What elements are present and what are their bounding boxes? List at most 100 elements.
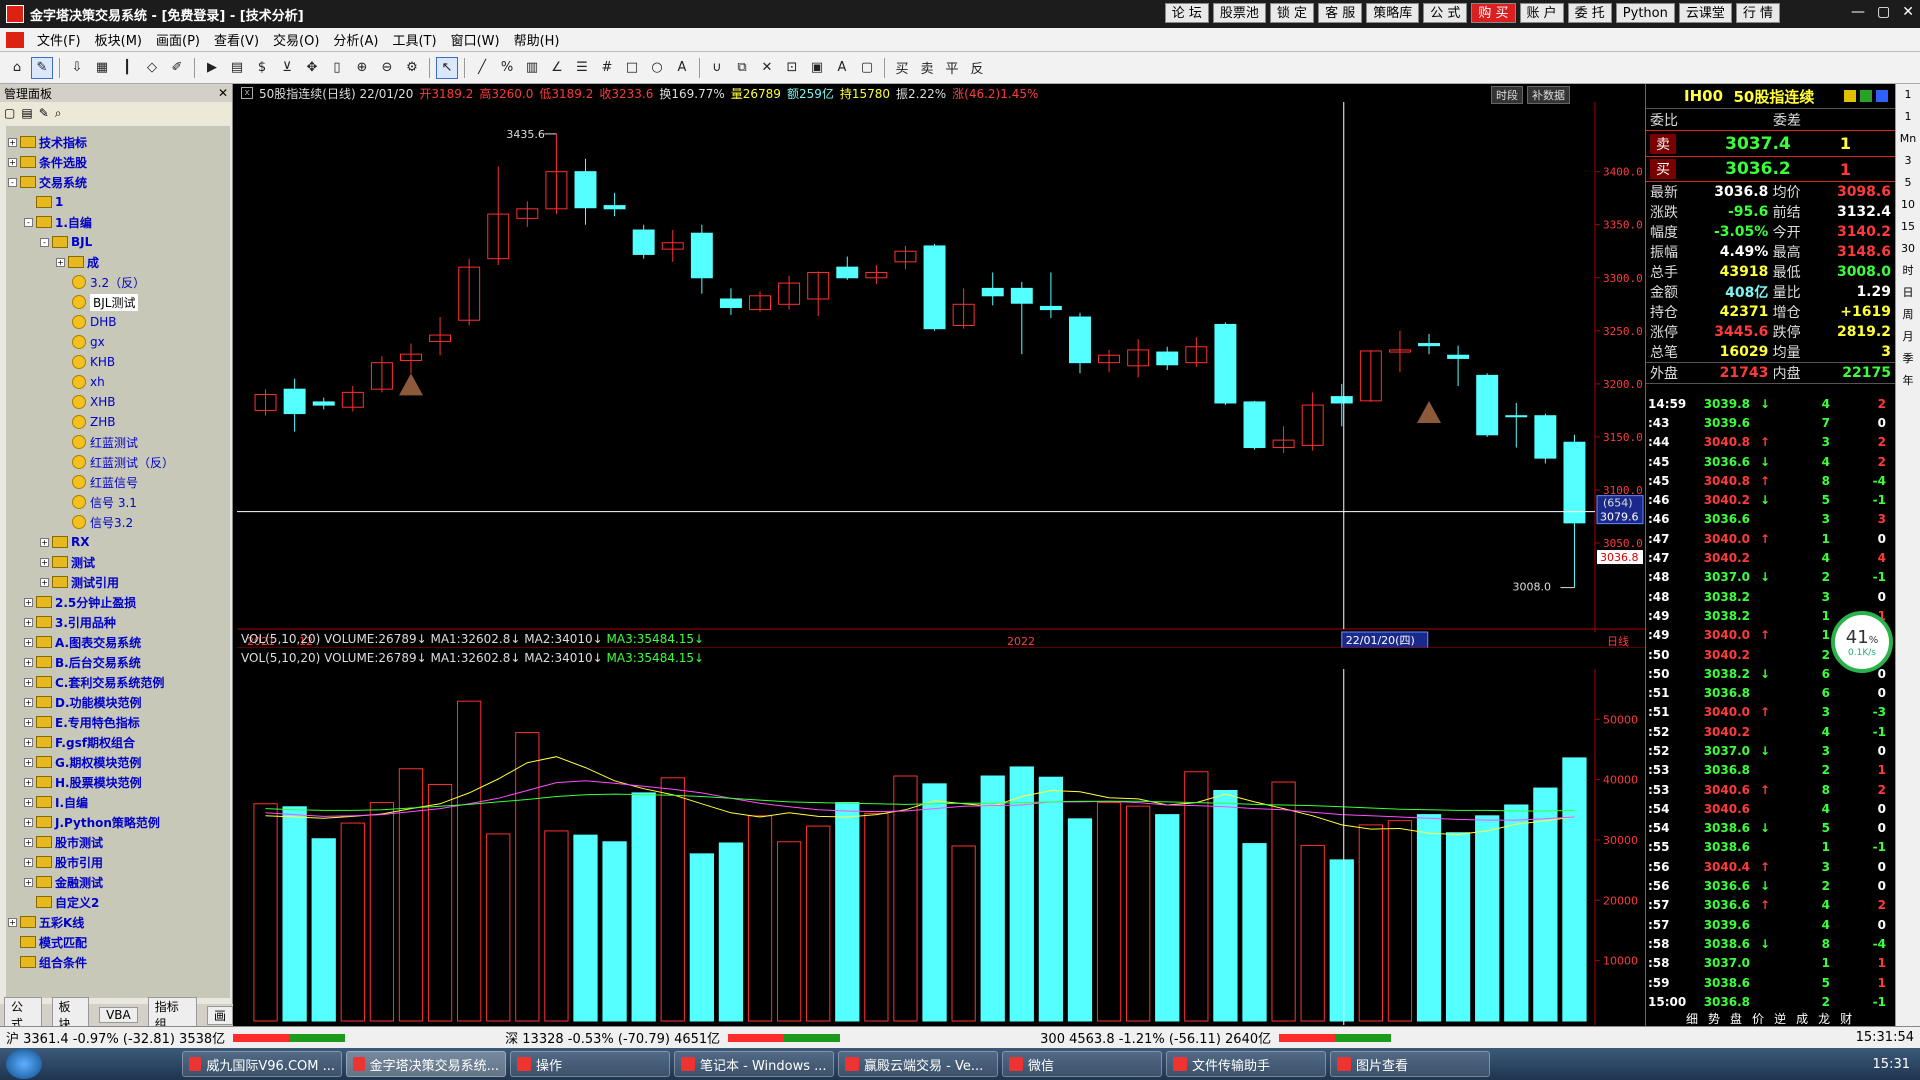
tree-item[interactable]: + RX (6, 532, 230, 552)
tree-item[interactable]: 模式匹配 (6, 932, 230, 952)
top-button-3[interactable]: 客 服 (1318, 3, 1363, 23)
tab-vba[interactable]: VBA (99, 1007, 138, 1023)
period-1[interactable]: 1 (1896, 106, 1920, 128)
tree-item[interactable]: - 1.自编 (6, 212, 230, 232)
bars-icon[interactable]: ┃ (116, 57, 138, 79)
expand-icon[interactable]: + (24, 597, 33, 607)
quote-tab-3[interactable]: 价 (1752, 1010, 1764, 1026)
doc-icon[interactable]: ▤ (226, 57, 248, 79)
search-icon[interactable]: ⌕ (55, 106, 62, 121)
tree-item[interactable]: 红蓝信号 (6, 472, 230, 492)
font-icon[interactable]: A (831, 57, 853, 79)
top-button-9[interactable]: Python (1615, 3, 1675, 23)
expand-icon[interactable]: + (24, 697, 33, 707)
tree-item[interactable]: + 测试引用 (6, 572, 230, 592)
tree-item[interactable]: ZHB (6, 412, 230, 432)
plus-icon[interactable] (1860, 90, 1873, 102)
tree-item[interactable]: + B.后台交易系统 (6, 652, 230, 672)
top-button-4[interactable]: 策略库 (1366, 3, 1420, 23)
tree-item[interactable]: KHB (6, 352, 230, 372)
tree-item[interactable]: + 技术指标 (6, 132, 230, 152)
grid-icon[interactable]: ▦ (91, 57, 113, 79)
maximize-button[interactable]: ▢ (1877, 4, 1890, 20)
menu-view[interactable]: 查看(V) (207, 30, 266, 49)
quote-tab-4[interactable]: 逆 (1774, 1010, 1786, 1026)
quote-tab-7[interactable]: 财 (1840, 1010, 1852, 1026)
volume-chart[interactable]: 10000 20000 30000 40000 50000 (237, 669, 1645, 1025)
sell-price[interactable]: 3037.4 (1725, 134, 1791, 154)
buy-price[interactable]: 3036.2 (1725, 159, 1791, 179)
expand-icon[interactable]: + (24, 857, 33, 867)
period-12[interactable]: 季 (1896, 348, 1920, 370)
tab-draw[interactable]: 画 (207, 1005, 234, 1025)
expand-icon[interactable]: + (24, 817, 33, 827)
edit-icon[interactable]: ✐ (166, 57, 188, 79)
tree-item[interactable]: + 测试 (6, 552, 230, 572)
menu-file[interactable]: 文件(F) (30, 30, 88, 49)
taskbar-item[interactable]: 笔记本 - Windows ... (674, 1051, 834, 1077)
zoom-in-icon[interactable]: ⊕ (351, 57, 373, 79)
tree-item[interactable]: gx (6, 332, 230, 352)
tree-item[interactable]: - 交易系统 (6, 172, 230, 192)
technical-chart[interactable]: x 50股指连续(日线) 22/01/20 开3189.2 高3260.0 低3… (237, 84, 1645, 1026)
period-9[interactable]: 日 (1896, 282, 1920, 304)
tree-item[interactable]: + D.功能模块范例 (6, 692, 230, 712)
top-button-11[interactable]: 行 情 (1735, 3, 1780, 23)
panel-close-icon[interactable]: ✕ (218, 86, 228, 100)
tree-item[interactable]: BJL测试 (6, 292, 230, 312)
expand-icon[interactable]: + (8, 917, 17, 927)
play-icon[interactable]: ▶ (201, 57, 223, 79)
taskbar-item[interactable]: 威九国际V96.COM ... (182, 1051, 342, 1077)
top-button-10[interactable]: 云课堂 (1678, 3, 1732, 23)
home-icon[interactable]: ⌂ (6, 57, 28, 79)
zoom-out-icon[interactable]: ⊖ (376, 57, 398, 79)
minimize-button[interactable]: — (1851, 4, 1865, 20)
taskbar-item[interactable]: 赢殿云端交易 - Ve... (838, 1051, 998, 1077)
tree-item[interactable]: xh (6, 372, 230, 392)
period-3[interactable]: 3 (1896, 150, 1920, 172)
top-button-1[interactable]: 股票池 (1212, 3, 1266, 23)
lock-icon[interactable]: ⊡ (781, 57, 803, 79)
expand-icon[interactable]: - (24, 217, 33, 227)
new-icon[interactable]: ▢ (4, 106, 15, 120)
dollar-icon[interactable]: $ (251, 57, 273, 79)
close-chart-icon[interactable]: x (241, 87, 253, 99)
table-icon[interactable]: ▥ (521, 57, 543, 79)
arrow-icon[interactable] (1876, 90, 1889, 102)
line-icon[interactable]: ╱ (471, 57, 493, 79)
filter-icon[interactable]: ⊻ (276, 57, 298, 79)
quote-tab-5[interactable]: 成 (1796, 1010, 1808, 1026)
top-button-7[interactable]: 账 户 (1519, 3, 1564, 23)
expand-icon[interactable]: + (56, 257, 65, 267)
expand-icon[interactable]: + (40, 557, 49, 567)
taskbar-item[interactable]: 微信 (1002, 1051, 1162, 1077)
tree-item[interactable]: 自定义2 (6, 892, 230, 912)
expand-icon[interactable]: + (40, 537, 49, 547)
tree-item[interactable]: DHB (6, 312, 230, 332)
menu-tools[interactable]: 工具(T) (385, 30, 443, 49)
period-2[interactable]: Mn (1896, 128, 1920, 150)
expand-icon[interactable]: + (8, 137, 17, 147)
expand-icon[interactable]: + (8, 157, 17, 167)
expand-icon[interactable]: + (24, 837, 33, 847)
period-4[interactable]: 5 (1896, 172, 1920, 194)
period-5[interactable]: 10 (1896, 194, 1920, 216)
tree-item[interactable]: +3.引用品种 (6, 612, 230, 632)
tree-item[interactable]: + 五彩K线 (6, 912, 230, 932)
ruler-icon[interactable]: ▯ (326, 57, 348, 79)
period-11[interactable]: 月 (1896, 326, 1920, 348)
expand-icon[interactable]: + (24, 777, 33, 787)
hash-icon[interactable]: # (596, 57, 618, 79)
lock2-icon[interactable]: ▣ (806, 57, 828, 79)
period-6[interactable]: 15 (1896, 216, 1920, 238)
tree-item[interactable]: + F.gsf期权组合 (6, 732, 230, 752)
expand-icon[interactable]: + (24, 617, 33, 627)
expand-icon[interactable]: + (24, 877, 33, 887)
tree-item[interactable]: 红蓝测试 (6, 432, 230, 452)
draw-icon[interactable]: ✎ (31, 56, 53, 79)
t-icon[interactable] (1844, 90, 1857, 102)
copy-icon[interactable]: ⧉ (731, 57, 753, 79)
expand-icon[interactable]: + (24, 657, 33, 667)
expand-icon[interactable]: + (24, 677, 33, 687)
expand-icon[interactable]: - (40, 237, 49, 247)
